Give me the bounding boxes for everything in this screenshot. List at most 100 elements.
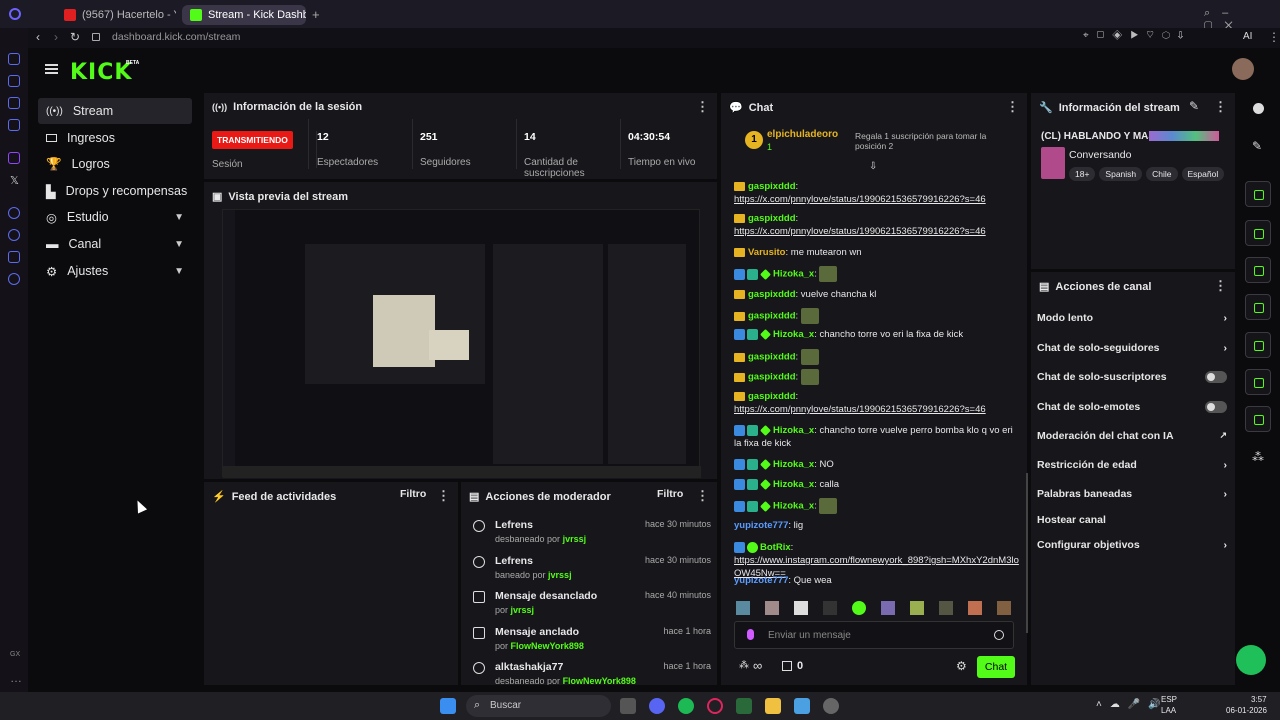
quick-action-button[interactable] xyxy=(1245,257,1271,283)
emote-icon[interactable] xyxy=(794,601,808,615)
back-icon[interactable]: ‹ xyxy=(36,30,40,44)
taskview-icon[interactable] xyxy=(620,698,636,714)
info-icon[interactable] xyxy=(1253,103,1264,114)
quick-action-button[interactable] xyxy=(1245,294,1271,320)
rail-icon[interactable] xyxy=(8,97,20,109)
rail-icon[interactable] xyxy=(8,207,20,219)
mod-row[interactable]: Lefrens baneado por jvrssj hace 30 minut… xyxy=(473,553,711,587)
sidebar-item-logros[interactable]: 🏆 Logros xyxy=(38,151,192,177)
emote-icon[interactable] xyxy=(736,601,750,615)
store-icon[interactable] xyxy=(794,698,810,714)
tag[interactable]: Spanish xyxy=(1099,167,1143,181)
chat-settings-icon[interactable]: ⚙ xyxy=(956,659,967,673)
tab-youtube[interactable]: (9567) Hacertelo - YouTube xyxy=(56,5,176,25)
opera-gx-icon[interactable] xyxy=(707,698,723,714)
reload-icon[interactable]: ↻ xyxy=(70,30,80,44)
setting-age-restriction[interactable]: Restricción de edad › xyxy=(1037,459,1227,471)
chat-username[interactable]: gaspixddd xyxy=(748,391,796,402)
emote-icon[interactable] xyxy=(765,601,779,615)
send-chat-button[interactable]: Chat xyxy=(977,656,1015,678)
tag[interactable]: Chile xyxy=(1146,167,1178,181)
chat-link[interactable]: https://x.com/pnnylove/status/1990621536… xyxy=(734,226,986,237)
chat-username[interactable]: gaspixddd xyxy=(748,352,796,363)
gift-icon[interactable] xyxy=(782,661,792,671)
new-tab-icon[interactable]: + xyxy=(312,7,320,22)
points-icon[interactable]: ⁂ xyxy=(739,660,749,671)
mod-row[interactable]: Mensaje desanclado por jvrssj hace 40 mi… xyxy=(473,588,711,622)
rail-icon[interactable] xyxy=(8,119,20,131)
chat-username[interactable]: Hizoka_x xyxy=(773,269,814,280)
more-actions-icon[interactable]: ⁂ xyxy=(1252,450,1264,464)
category-name[interactable]: Conversando xyxy=(1069,149,1131,161)
more-options-icon[interactable]: ⋮ xyxy=(1214,278,1227,294)
discord-icon[interactable] xyxy=(649,698,665,714)
setting-ai-moderation[interactable]: Moderación del chat con IA ↗ xyxy=(1037,430,1227,442)
chat-scrollbar[interactable] xyxy=(1026,473,1028,633)
setting-goals[interactable]: Configurar objetivos › xyxy=(1037,539,1227,551)
filter-button[interactable]: Filtro xyxy=(657,488,683,500)
clock-time[interactable]: 3:57 xyxy=(1251,695,1267,704)
quick-action-button[interactable] xyxy=(1245,406,1271,432)
quick-action-button[interactable] xyxy=(1245,181,1271,207)
chat-username[interactable]: yupizote777 xyxy=(734,520,788,531)
setting-slow-mode[interactable]: Modo lento › xyxy=(1037,312,1227,324)
app-icon[interactable] xyxy=(736,698,752,714)
more-options-icon[interactable]: ⋮ xyxy=(437,488,450,504)
emoji-icon[interactable] xyxy=(994,630,1004,640)
sidebar-item-estudio[interactable]: ◎ Estudio ▼ xyxy=(38,204,192,230)
chat-username[interactable]: gaspixddd xyxy=(748,213,796,224)
chat-username[interactable]: BotRix xyxy=(760,542,791,553)
more-options-icon[interactable]: ⋮ xyxy=(696,488,709,504)
emote-icon[interactable] xyxy=(852,601,866,615)
mod-row[interactable]: alktashakja77 desbaneado por FlowNewYork… xyxy=(473,659,711,685)
opera-logo-icon[interactable] xyxy=(9,8,21,20)
emote-icon[interactable] xyxy=(997,601,1011,615)
quick-action-button[interactable] xyxy=(1245,220,1271,246)
chat-username[interactable]: gaspixddd xyxy=(748,181,796,192)
more-options-icon[interactable]: ⋮ xyxy=(1006,99,1019,115)
menu-icon[interactable]: ⋮ xyxy=(1268,30,1280,44)
stream-preview-video[interactable] xyxy=(222,209,701,478)
setting-emotes-only[interactable]: Chat de solo-emotes xyxy=(1037,401,1227,413)
ai-button[interactable]: AI xyxy=(1243,31,1252,42)
kick-logo[interactable]: KICK xyxy=(70,60,132,85)
settings-icon[interactable] xyxy=(8,273,20,285)
chat-username[interactable]: Hizoka_x xyxy=(773,425,814,436)
top-gifter-name[interactable]: elpichuladeoro xyxy=(767,129,838,140)
scroll-down-icon[interactable]: ⇩ xyxy=(869,161,877,172)
app-icon[interactable] xyxy=(823,698,839,714)
chat-username[interactable]: Hizoka_x xyxy=(773,459,814,470)
chat-username[interactable]: gaspixddd xyxy=(748,311,796,322)
toggle-switch[interactable] xyxy=(1205,371,1227,386)
sidebar-item-ajustes[interactable]: ⚙ Ajustes ▼ xyxy=(38,258,192,284)
windows-start-icon[interactable] xyxy=(440,698,456,714)
chat-username[interactable]: gaspixddd xyxy=(748,372,796,383)
tag[interactable]: 18+ xyxy=(1069,167,1096,181)
emote-icon[interactable] xyxy=(910,601,924,615)
tab-kick[interactable]: Stream - Kick Dashboard xyxy=(182,5,306,25)
pencil-icon[interactable]: ✎ xyxy=(1252,139,1262,153)
taskbar-search[interactable]: ⌕ Buscar xyxy=(466,695,611,717)
sidebar-item-canal[interactable]: ▬ Canal ▼ xyxy=(38,231,192,257)
setting-banned-words[interactable]: Palabras baneadas › xyxy=(1037,488,1227,500)
sidebar-item-ingresos[interactable]: Ingresos xyxy=(38,125,192,151)
more-options-icon[interactable]: ⋮ xyxy=(696,99,709,115)
rail-icon[interactable] xyxy=(8,229,20,241)
chat-username[interactable]: Hizoka_x xyxy=(773,501,814,512)
chat-link[interactable]: https://x.com/pnnylove/status/1990621536… xyxy=(734,404,986,415)
rail-icon[interactable] xyxy=(8,53,20,65)
tag[interactable]: Español xyxy=(1181,167,1225,181)
sidebar-item-drops[interactable]: ▙ Drops y recompensas xyxy=(38,178,192,204)
edit-icon[interactable]: ✎ xyxy=(1189,99,1199,113)
more-options-icon[interactable]: ⋮ xyxy=(1214,99,1227,115)
gift-prompt[interactable]: Regala 1 suscripción para tomar la posic… xyxy=(855,131,1015,151)
setting-subs-only[interactable]: Chat de solo-suscriptores xyxy=(1037,371,1227,383)
chat-username[interactable]: Hizoka_x xyxy=(773,479,814,490)
category-thumbnail[interactable] xyxy=(1041,147,1065,179)
more-icon[interactable]: … xyxy=(10,671,22,685)
mod-row[interactable]: Mensaje anclado por FlowNewYork898 hace … xyxy=(473,624,711,658)
emote-icon[interactable] xyxy=(968,601,982,615)
emote-icon[interactable] xyxy=(823,601,837,615)
mic-icon[interactable] xyxy=(747,629,754,640)
url-field[interactable]: dashboard.kick.com/stream xyxy=(112,31,240,43)
